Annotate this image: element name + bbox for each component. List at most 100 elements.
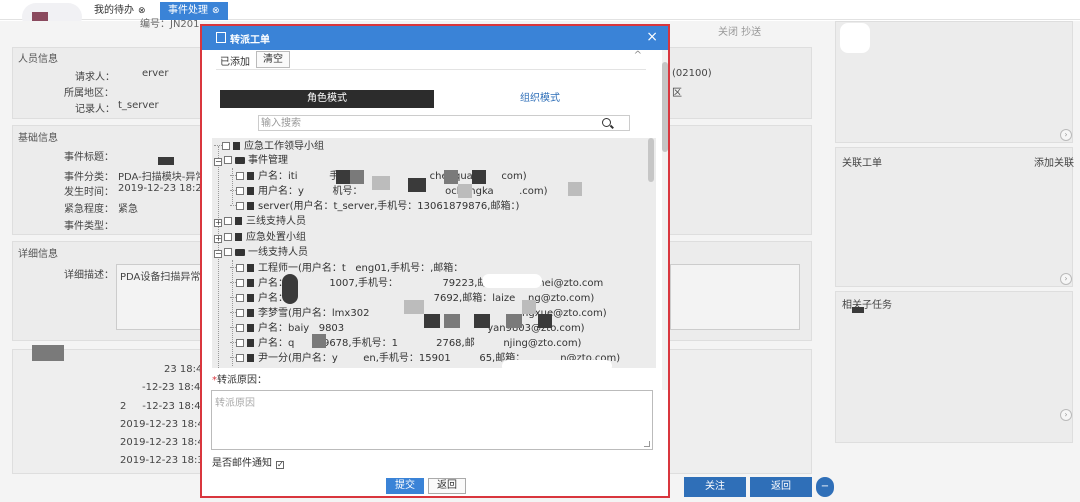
tree-node[interactable]: server(用户名：t_server,手机号：13061879876,邮箱：) [230, 200, 519, 214]
tree-checkbox[interactable] [236, 354, 244, 362]
redaction [444, 314, 460, 328]
reason-textarea[interactable] [212, 391, 652, 449]
file-icon [247, 187, 254, 195]
right-arrow-icon[interactable]: › [1060, 409, 1072, 421]
ticket-number-label: 编号：JN201 [140, 19, 200, 30]
right-code: (02100) [672, 68, 712, 79]
back-button[interactable]: 返回 [428, 478, 466, 494]
log-time: 2019-12-23 18:43 [120, 419, 211, 430]
tab-close-icon[interactable]: ⊗ [212, 6, 220, 16]
redaction [538, 314, 552, 328]
redaction [568, 182, 582, 196]
redaction [372, 176, 390, 190]
tree-checkbox[interactable] [236, 309, 244, 317]
redaction [502, 360, 612, 368]
resize-handle-icon[interactable] [644, 441, 650, 447]
redaction [444, 170, 458, 184]
collapse-icon[interactable]: − [214, 250, 222, 258]
log-time: 23 18:4 [164, 364, 203, 375]
redaction [404, 300, 424, 314]
chevron-up-icon[interactable]: ^ [634, 50, 642, 61]
tree-checkbox[interactable] [236, 324, 244, 332]
tree-checkbox[interactable] [224, 233, 232, 241]
email-notify-label: 是否邮件通知 [212, 458, 272, 469]
redaction [158, 157, 174, 165]
add-link-button[interactable]: 添加关联 [1034, 154, 1074, 169]
redaction [482, 274, 542, 288]
tree-checkbox[interactable] [224, 248, 232, 256]
tree-node[interactable]: 应急工作领导小组 [214, 140, 324, 154]
event-type-label: 事件类型： [64, 221, 114, 232]
redaction [312, 334, 326, 348]
clear-button[interactable]: 清空 [256, 51, 290, 68]
search-icon[interactable] [602, 118, 611, 127]
file-icon [235, 233, 242, 241]
right-arrow-icon[interactable]: › [1060, 129, 1072, 141]
section-title-detail: 详细信息 [18, 249, 58, 260]
email-notify-checkbox[interactable]: ✓ [276, 461, 284, 469]
dialog-title: 转派工单 [230, 35, 270, 46]
tree-node[interactable]: 户名：baiy 9803 yan9803@zto.com) [230, 322, 585, 336]
tree-node[interactable]: − 一线支持人员 [214, 246, 308, 260]
urgency-value: 紧急 [118, 204, 138, 215]
tree-checkbox[interactable] [236, 279, 244, 287]
tree-checkbox[interactable] [236, 264, 244, 272]
redaction [840, 23, 870, 53]
expand-icon[interactable]: + [214, 219, 222, 227]
redaction [458, 184, 472, 198]
file-icon [247, 279, 254, 287]
tab-org-mode[interactable]: 组织模式 [434, 90, 646, 108]
collapse-icon[interactable]: − [214, 158, 222, 166]
recorder-label: 记录人： [75, 104, 115, 115]
tree-node[interactable]: + 应急处置小组 [214, 231, 306, 245]
file-icon [235, 217, 242, 225]
tree-scrollbar[interactable] [648, 138, 654, 182]
tree-checkbox[interactable] [224, 217, 232, 225]
log-time: 2 -12-23 18:4 [120, 401, 201, 412]
tree-checkbox[interactable] [236, 294, 244, 302]
close-icon[interactable]: × [646, 29, 658, 45]
redaction [852, 307, 864, 313]
detail-desc-value: PDA设备扫描异常 [120, 272, 201, 283]
email-notify-row: 是否邮件通知 ✓ [212, 454, 284, 469]
follow-button[interactable]: 关注 [684, 477, 746, 497]
event-category-value: PDA-扫描模块-异常 [118, 172, 206, 183]
file-icon [233, 142, 240, 150]
more-button[interactable]: − [816, 477, 834, 497]
dialog-scrollbar-thumb[interactable] [662, 62, 668, 152]
right-arrow-icon[interactable]: › [1060, 273, 1072, 285]
redaction [350, 170, 364, 184]
file-icon [247, 309, 254, 317]
reason-box [211, 390, 653, 450]
redaction [522, 300, 536, 314]
tree-checkbox[interactable] [236, 339, 244, 347]
tree-node[interactable]: − 事件管理 [214, 154, 288, 168]
search-input[interactable] [261, 117, 591, 129]
redaction [336, 170, 350, 184]
tree-node[interactable]: 户名：q 9678,手机号：1 2768,邮 njing@zto.com) [230, 337, 581, 351]
transfer-ticket-dialog: 转派工单 × 已添加 清空 ^ 角色模式 组织模式 应急工作领导小组 −事件管理… [200, 24, 670, 498]
tree-checkbox[interactable] [236, 172, 244, 180]
back-button-bg[interactable]: 返回 [750, 477, 812, 497]
tree-checkbox[interactable] [224, 156, 232, 164]
redaction [472, 170, 486, 184]
folder-icon [235, 249, 245, 256]
redaction [408, 178, 426, 192]
submit-button[interactable]: 提交 [386, 478, 424, 494]
header-actions: 关闭 抄送 [718, 27, 762, 38]
tree-checkbox[interactable] [236, 187, 244, 195]
redaction [282, 274, 298, 304]
added-row: 已添加 清空 ^ [216, 50, 646, 70]
redaction [424, 314, 440, 328]
file-icon [247, 354, 254, 362]
tree-checkbox[interactable] [222, 142, 230, 150]
expand-icon[interactable]: + [214, 235, 222, 243]
file-icon [247, 264, 254, 272]
occur-time-label: 发生时间： [64, 187, 114, 198]
tree-node[interactable]: + 三线支持人员 [214, 215, 306, 229]
event-category-label: 事件分类： [64, 172, 114, 183]
file-icon [247, 172, 254, 180]
tree-node[interactable]: 工程师一(用户名：t eng01,手机号：,邮箱： [230, 262, 463, 276]
tree-checkbox[interactable] [236, 202, 244, 210]
tab-role-mode[interactable]: 角色模式 [220, 90, 434, 108]
